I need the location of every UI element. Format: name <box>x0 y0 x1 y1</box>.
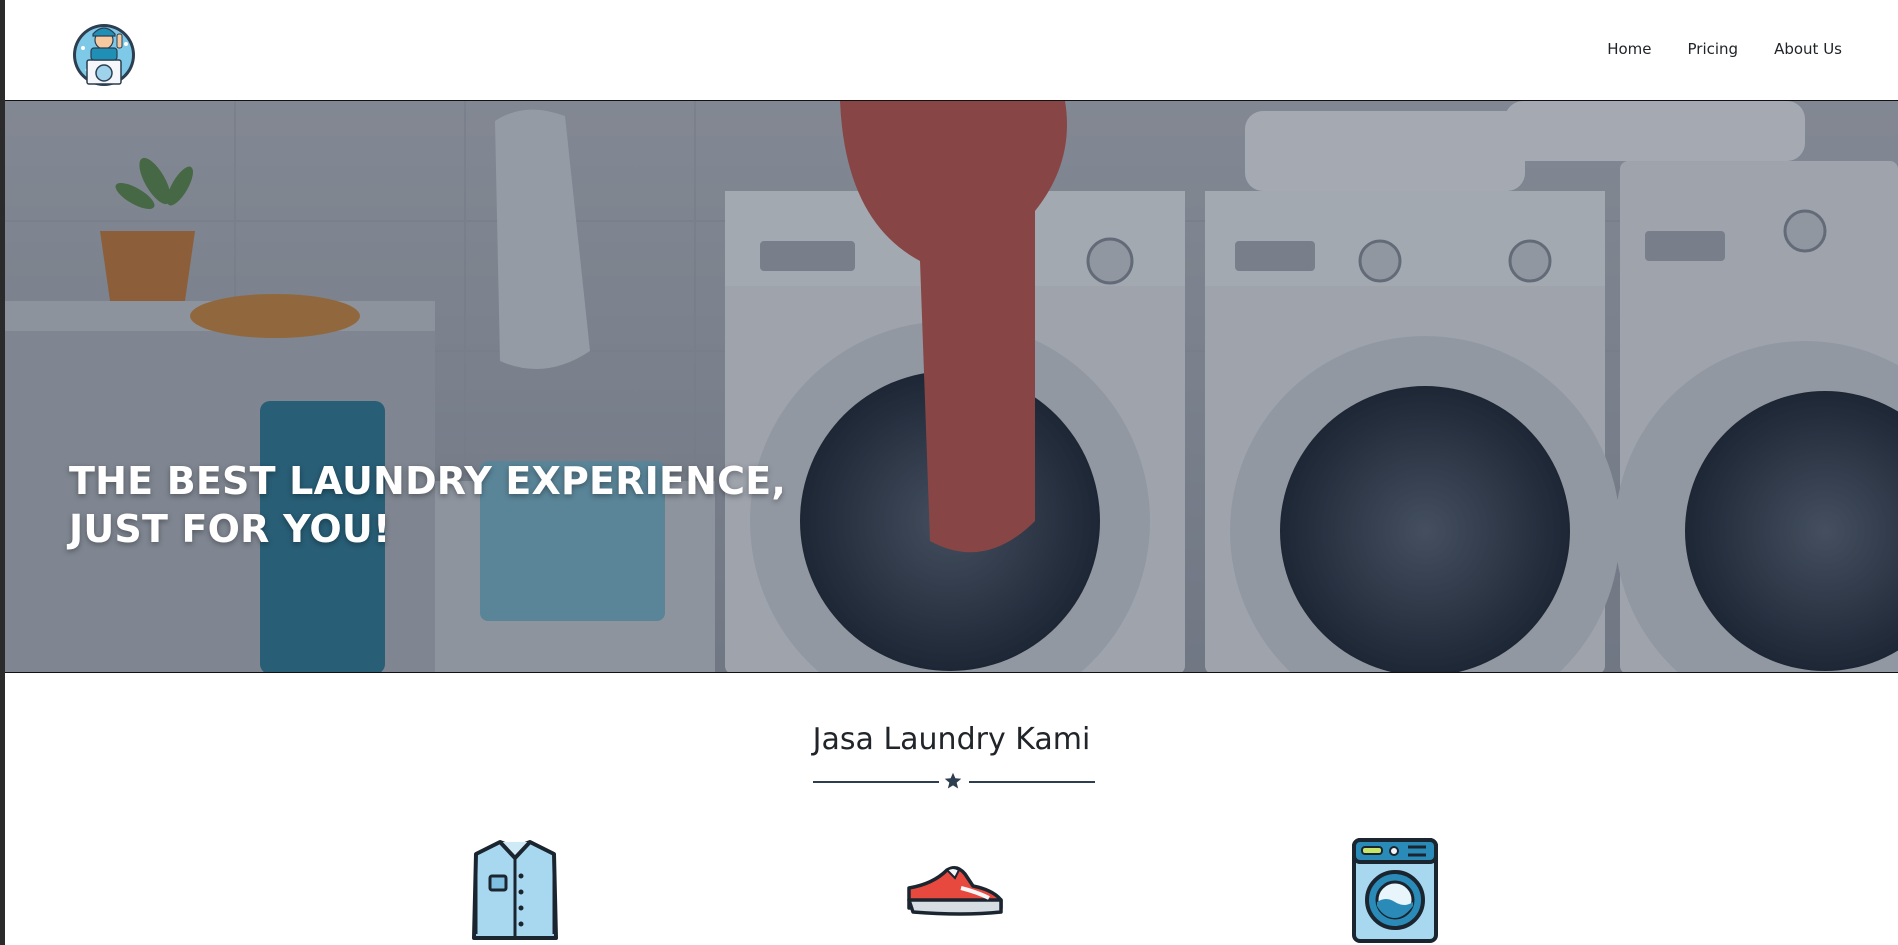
title-divider <box>809 770 1099 792</box>
hero-title-line1: THE BEST LAUNDRY EXPERIENCE, <box>69 459 787 503</box>
divider-line-left <box>813 781 939 783</box>
washing-machine-icon[interactable] <box>1350 836 1440 945</box>
nav-link-pricing[interactable]: Pricing <box>1688 40 1739 58</box>
nav-link-home[interactable]: Home <box>1607 40 1651 58</box>
shirt-icon[interactable] <box>470 836 560 945</box>
sneaker-icon[interactable] <box>903 860 1007 925</box>
hero-title-line2: JUST FOR YOU! <box>69 507 391 551</box>
laundry-mascot-logo-icon[interactable] <box>69 10 139 88</box>
nav-link-about-us[interactable]: About Us <box>1774 40 1842 58</box>
hero-title: THE BEST LAUNDRY EXPERIENCE, JUST FOR YO… <box>69 457 829 553</box>
navbar: Home Pricing About Us <box>5 0 1898 100</box>
nav-links: Home Pricing About Us <box>1607 40 1842 58</box>
star-icon <box>942 770 964 792</box>
services-title: Jasa Laundry Kami <box>812 722 1091 757</box>
page: Home Pricing About Us THE BEST LAUNDRY E… <box>5 0 1898 945</box>
hero-overlay <box>5 101 1898 672</box>
divider-line-right <box>969 781 1095 783</box>
hero-banner: THE BEST LAUNDRY EXPERIENCE, JUST FOR YO… <box>5 100 1898 673</box>
